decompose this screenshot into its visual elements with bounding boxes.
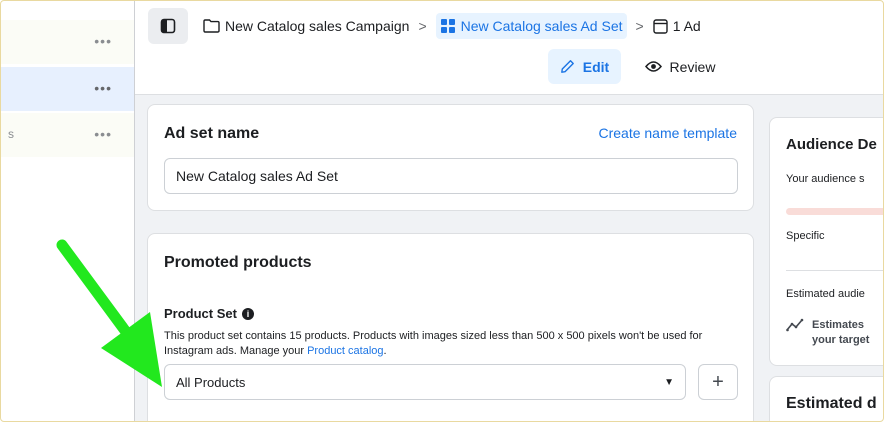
add-product-set-button[interactable]: + (698, 364, 738, 400)
breadcrumb-campaign-label: New Catalog sales Campaign (225, 18, 410, 34)
promoted-products-card: Promoted products Product Set i This pro… (147, 233, 754, 422)
create-name-template-link[interactable]: Create name template (598, 125, 737, 141)
estimates-note-line-1: Estimates (812, 319, 864, 331)
chevron-right-icon: > (418, 18, 427, 34)
toggle-sidebar-button[interactable] (148, 8, 188, 44)
divider (786, 270, 884, 271)
more-options-icon[interactable]: ••• (94, 127, 112, 141)
review-button-label: Review (669, 58, 716, 75)
more-options-icon[interactable]: ••• (94, 81, 112, 95)
tree-row-campaign[interactable]: ••• (0, 20, 134, 64)
campaign-tree-panel: ••• ••• s ••• (0, 0, 135, 422)
breadcrumb-ad[interactable]: 1 Ad (652, 13, 701, 39)
promoted-products-title: Promoted products (164, 254, 312, 271)
product-set-label: Product Set i (164, 306, 254, 321)
breadcrumb: New Catalog sales Campaign > New Catalog… (203, 13, 701, 39)
pencil-icon (560, 60, 574, 73)
plus-icon: + (712, 370, 724, 393)
audience-definition-title: Audience De (786, 136, 877, 153)
top-bar: New Catalog sales Campaign > New Catalog… (135, 0, 884, 95)
product-set-help-text: This product set contains 15 products. P… (164, 329, 724, 359)
estimated-results-title: Estimated d (786, 395, 877, 412)
ad-set-name-card: Ad set name Create name template (147, 104, 754, 211)
trend-icon (786, 318, 804, 332)
help-text-body: This product set contains 15 products. P… (164, 330, 703, 357)
estimates-note: Estimates your target (786, 318, 869, 348)
ad-icon (652, 18, 668, 34)
caret-down-icon: ▼ (664, 376, 674, 388)
estimated-audience-label: Estimated audie (786, 288, 865, 300)
tree-row-ad[interactable]: s ••• (0, 113, 134, 157)
estimates-note-line-2: your target (812, 334, 870, 346)
eye-icon (644, 61, 662, 72)
product-set-select[interactable]: All Products ▼ (164, 364, 686, 400)
help-text-end: . (383, 345, 387, 357)
breadcrumb-campaign[interactable]: New Catalog sales Campaign (203, 13, 409, 39)
edit-button[interactable]: Edit (548, 49, 621, 84)
audience-size-text: Your audience s (786, 173, 865, 185)
ad-set-name-input[interactable] (164, 158, 738, 194)
audience-specific-label: Specific (786, 230, 825, 242)
breadcrumb-ad-label: 1 Ad (672, 18, 701, 34)
tree-row-label: s (8, 127, 14, 141)
sidebar-toggle-icon (160, 18, 176, 34)
breadcrumb-ad-set[interactable]: New Catalog sales Ad Set (435, 13, 627, 39)
tree-row-ad-set[interactable]: ••• (0, 67, 134, 111)
product-set-label-text: Product Set (164, 306, 237, 321)
estimated-results-card: Estimated d (769, 376, 884, 422)
folder-icon (203, 19, 220, 33)
product-catalog-link[interactable]: Product catalog (307, 345, 383, 357)
breadcrumb-ad-set-label: New Catalog sales Ad Set (460, 18, 623, 34)
info-icon[interactable]: i (241, 307, 254, 320)
more-options-icon[interactable]: ••• (94, 34, 112, 48)
review-button[interactable]: Review (635, 49, 725, 84)
grid-icon (440, 19, 455, 33)
audience-definition-card: Audience De Your audience s Specific Est… (769, 117, 884, 366)
audience-breadth-meter (786, 208, 884, 215)
product-set-selected-value: All Products (176, 374, 246, 390)
edit-button-label: Edit (582, 58, 610, 75)
chevron-right-icon: > (635, 18, 644, 34)
ad-set-name-title: Ad set name (164, 125, 260, 142)
